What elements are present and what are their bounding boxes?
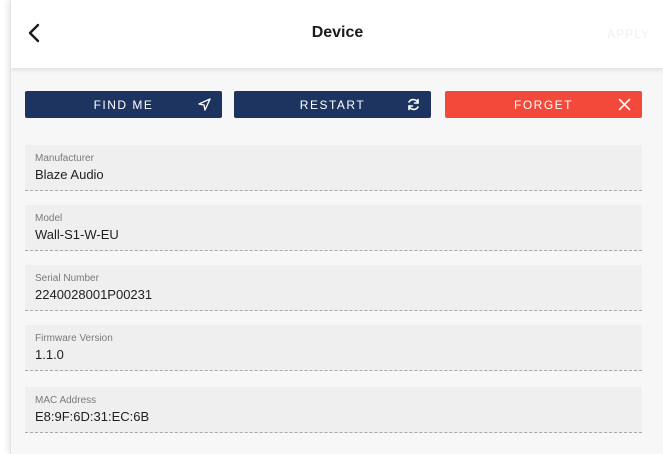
find-me-label: FIND ME xyxy=(93,97,154,112)
device-screen: Device APPLY FIND ME RESTART FORGET Manu… xyxy=(10,0,663,454)
close-icon xyxy=(618,98,631,111)
field-label: MAC Address xyxy=(35,395,97,406)
field-value: Wall-S1-W-EU xyxy=(35,227,119,242)
manufacturer-field: Manufacturer Blaze Audio xyxy=(25,145,642,191)
find-me-button[interactable]: FIND ME xyxy=(25,91,222,118)
firmware-version-field: Firmware Version 1.1.0 xyxy=(25,325,642,371)
field-value: 1.1.0 xyxy=(35,347,64,362)
navigation-arrow-icon xyxy=(198,98,211,111)
field-label: Serial Number xyxy=(35,273,99,284)
mac-address-field: MAC Address E8:9F:6D:31:EC:6B xyxy=(25,387,642,433)
forget-button[interactable]: FORGET xyxy=(445,91,642,118)
field-label: Model xyxy=(35,213,63,224)
restart-button[interactable]: RESTART xyxy=(234,91,431,118)
model-field: Model Wall-S1-W-EU xyxy=(25,205,642,251)
top-bar: Device APPLY xyxy=(11,0,663,68)
serial-number-field: Serial Number 2240028001P00231 xyxy=(25,265,642,311)
forget-label: FORGET xyxy=(514,97,573,112)
restart-label: RESTART xyxy=(299,97,366,112)
field-value: E8:9F:6D:31:EC:6B xyxy=(35,409,150,424)
page-title: Device xyxy=(311,24,364,41)
field-value: 2240028001P00231 xyxy=(35,287,153,302)
field-label: Manufacturer xyxy=(35,153,94,164)
field-value: Blaze Audio xyxy=(35,167,104,182)
apply-button[interactable]: APPLY xyxy=(607,27,650,41)
field-label: Firmware Version xyxy=(35,333,113,344)
refresh-icon xyxy=(408,98,419,111)
